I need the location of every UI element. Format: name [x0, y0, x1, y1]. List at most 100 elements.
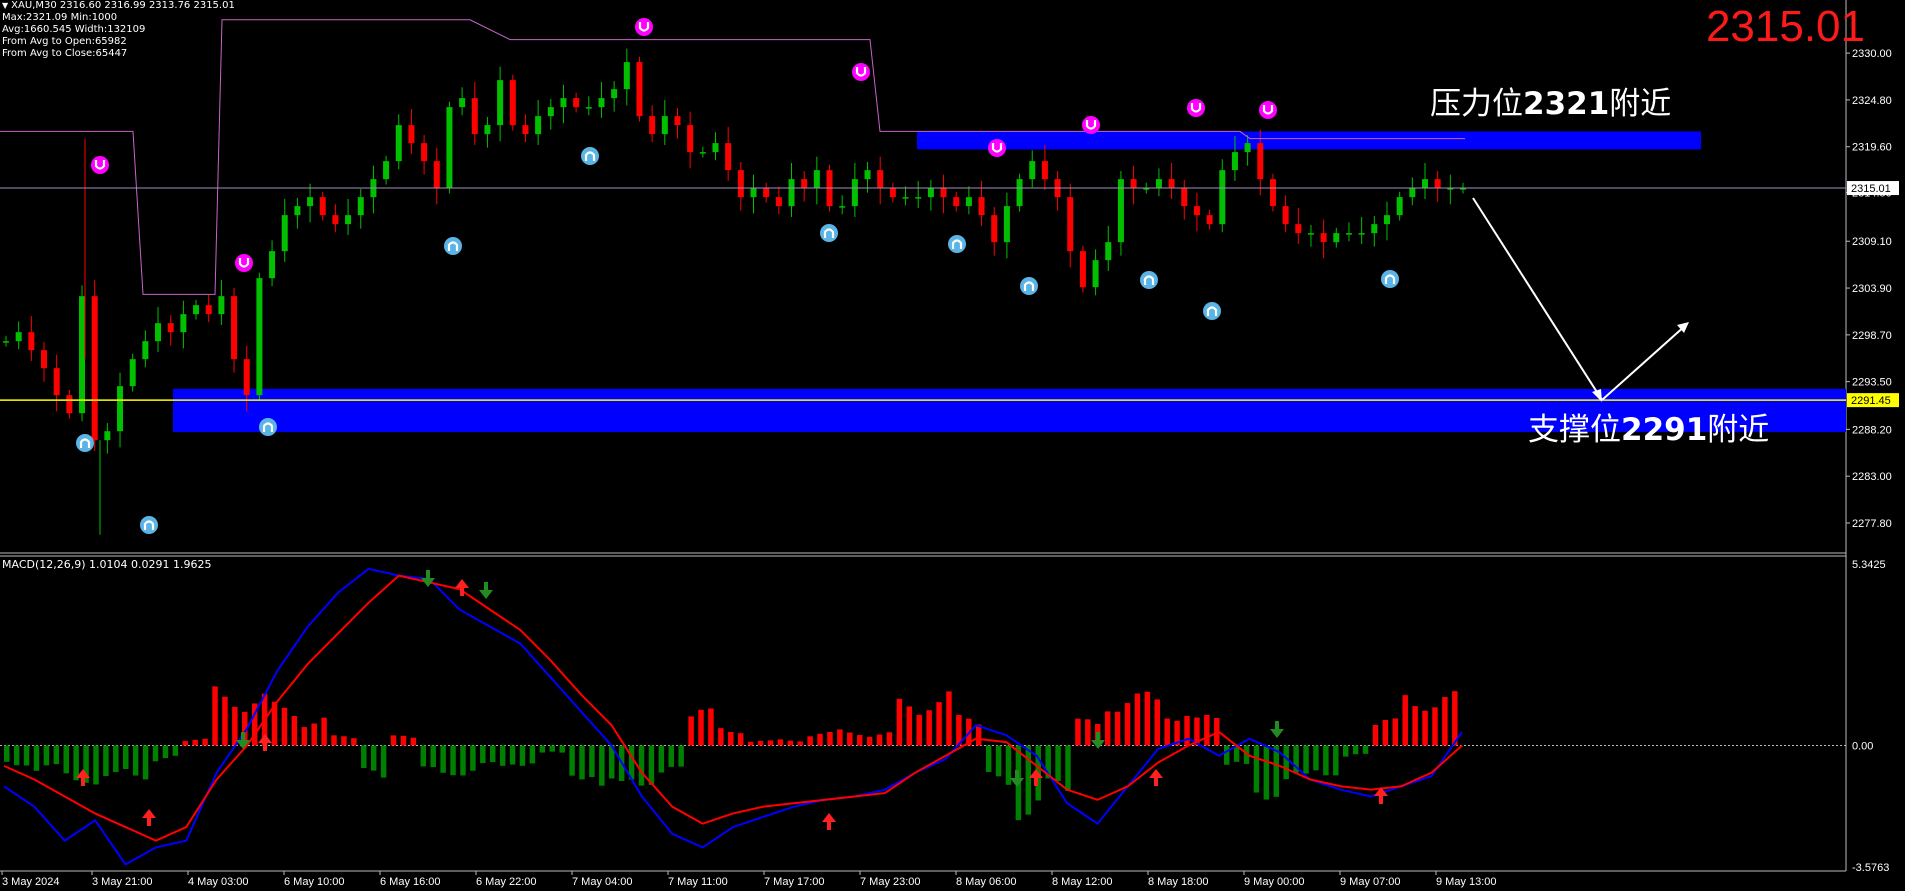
candle-body — [1168, 179, 1175, 189]
candle-body — [636, 62, 643, 117]
macd-histogram-bar — [737, 733, 744, 746]
lower-fractal-disc — [581, 147, 599, 165]
macd-histogram-bar — [529, 745, 536, 764]
macd-histogram-bar — [559, 745, 565, 753]
candle-body — [231, 296, 238, 360]
lower-fractal-disc — [76, 434, 94, 452]
candle-body — [801, 179, 808, 189]
macd-histogram-bar — [93, 745, 99, 785]
candle-body — [395, 125, 402, 162]
dropdown-triangle-icon[interactable]: ▼ — [2, 1, 8, 10]
sell-arrow-icon — [236, 732, 250, 749]
lower-fractal-icon — [76, 434, 94, 452]
macd-histogram-bar — [1253, 745, 1260, 793]
macd-histogram-bar — [1065, 745, 1071, 791]
macd-histogram-bar — [638, 745, 645, 786]
macd-histogram-bar — [1025, 745, 1032, 815]
macd-histogram-bar — [807, 736, 813, 746]
macd-histogram-bar — [926, 710, 932, 746]
macd-histogram-bar — [281, 707, 288, 746]
upper-fractal-disc — [852, 63, 870, 81]
macd-histogram-bar — [490, 745, 496, 763]
sell-arrow-icon — [1091, 732, 1105, 749]
candle-body — [775, 197, 782, 207]
upper-fractal-icon — [1259, 101, 1277, 119]
macd-histogram-bar — [817, 733, 823, 746]
macd-histogram-bar — [222, 696, 228, 746]
candle-body — [1041, 161, 1048, 180]
macd-histogram-bar — [1333, 745, 1339, 776]
candle-body — [104, 431, 111, 441]
candle-body — [1320, 233, 1327, 243]
candle-body — [1282, 206, 1289, 225]
macd-histogram-bar — [410, 737, 417, 746]
candle-body — [978, 197, 985, 216]
lower-fractal-icon — [1020, 277, 1038, 295]
macd-histogram-bar — [757, 740, 764, 746]
candle-body — [851, 179, 858, 207]
macd-histogram-bar — [1144, 691, 1151, 746]
macd-histogram-bar — [1432, 707, 1438, 746]
candle-body — [319, 197, 326, 216]
price-tick-label: 2283.00 — [1852, 471, 1892, 483]
step-average-line — [0, 19, 1465, 295]
macd-histogram-bar — [33, 745, 40, 771]
macd-histogram-bar — [1184, 715, 1190, 746]
macd-histogram-bar — [1154, 699, 1160, 746]
candle-body — [155, 323, 162, 342]
candle-body — [433, 161, 440, 189]
candle-body — [1079, 251, 1086, 288]
candle-body — [446, 107, 453, 189]
macd-histogram-bar — [1283, 745, 1289, 780]
macd-histogram-bar — [499, 745, 506, 766]
macd-histogram-bar — [1075, 718, 1081, 746]
macd-histogram-bar — [708, 708, 714, 746]
macd-histogram-bar — [1263, 745, 1270, 800]
lower-fractal-disc — [1140, 271, 1158, 289]
macd-histogram-bar — [321, 717, 327, 746]
price-tick-label: 2293.50 — [1852, 377, 1892, 389]
macd-histogram-bar — [728, 731, 734, 746]
candle-body — [889, 188, 896, 198]
candle-body — [142, 341, 149, 360]
upper-fractal-disc — [235, 254, 253, 272]
macd-histogram-bar — [767, 740, 774, 746]
macd-histogram-bar — [549, 745, 555, 752]
macd-histogram-bar — [13, 745, 20, 766]
price-tick-label: 2298.70 — [1852, 330, 1892, 342]
macd-histogram-bar — [509, 745, 516, 765]
candle-body — [763, 188, 770, 198]
macd-histogram-bar — [1442, 696, 1448, 746]
macd-histogram-bar — [370, 745, 377, 771]
macd-histogram-bar — [886, 732, 893, 746]
candle-body — [965, 197, 972, 207]
candle-body — [345, 215, 352, 225]
upper-fractal-disc — [635, 18, 653, 36]
macd-histogram-bar — [1055, 745, 1061, 782]
candle-body — [813, 170, 820, 189]
macd-histogram-bar — [1104, 711, 1111, 746]
macd-histogram-bar — [132, 745, 139, 776]
candle-body — [547, 107, 554, 117]
candle-body — [1016, 179, 1023, 207]
candle-body — [3, 341, 9, 343]
candle-body — [307, 197, 314, 207]
resistance-label: 压力位2321附近 — [1430, 78, 1671, 123]
lower-fractal-disc — [820, 224, 838, 242]
macd-histogram-bar — [599, 745, 605, 786]
candle-body — [281, 215, 288, 252]
candle-body — [902, 197, 909, 199]
macd-histogram-bar — [747, 741, 754, 746]
candle-body — [15, 332, 22, 342]
candle-body — [611, 89, 618, 99]
macd-histogram-bar — [906, 706, 913, 746]
upper-fractal-icon — [1187, 99, 1205, 117]
candle-body — [1155, 179, 1162, 189]
candle-body — [79, 296, 86, 414]
candle-body — [573, 98, 580, 108]
avg-width-text: Avg:1660.545 Width:132109 — [2, 24, 146, 35]
macd-histogram-bar — [519, 745, 526, 766]
price-tick-label: 2324.80 — [1852, 95, 1892, 107]
buy-arrow-icon — [1149, 769, 1163, 786]
projection-arrow-down — [1472, 197, 1603, 401]
